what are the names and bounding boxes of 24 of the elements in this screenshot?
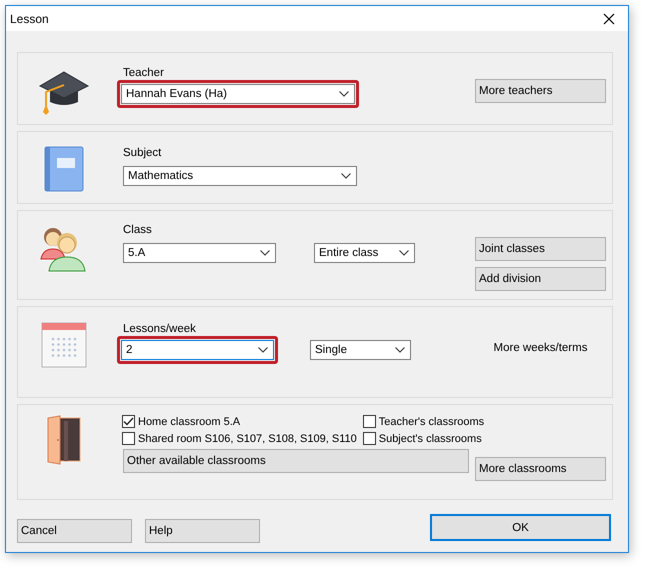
side-button[interactable]: Add division bbox=[475, 267, 606, 291]
side-button[interactable]: Joint classes bbox=[475, 237, 606, 261]
field-label: Class bbox=[123, 223, 153, 237]
dropdown-field[interactable]: Hannah Evans (Ha) bbox=[121, 84, 355, 104]
side-button[interactable]: More teachers bbox=[475, 79, 606, 103]
dialog-button[interactable]: Help bbox=[145, 519, 260, 543]
dropdown-field[interactable]: 5.A bbox=[123, 243, 276, 263]
checkbox-label: Home classroom 5.A bbox=[138, 416, 240, 428]
weeks-terms-label[interactable]: More weeks/terms bbox=[494, 342, 588, 354]
dropdown-field[interactable]: Single bbox=[310, 340, 411, 360]
dropdown-field[interactable]: Entire class bbox=[314, 243, 415, 263]
dialog-button[interactable]: OK bbox=[430, 514, 611, 541]
classrooms-button[interactable]: Other available classrooms bbox=[123, 449, 469, 473]
dropdown-field[interactable]: Mathematics bbox=[123, 166, 357, 186]
field-label: Lessons/week bbox=[123, 322, 197, 336]
checkbox-label: Shared room S106, S107, S108, S109, S110 bbox=[138, 432, 357, 444]
dropdown-field[interactable]: 2 bbox=[121, 340, 274, 360]
checkbox-label: Subject's classrooms bbox=[378, 432, 482, 444]
checkbox-label: Teacher's classrooms bbox=[378, 416, 484, 428]
window-title: Lesson bbox=[10, 12, 49, 26]
field-label: Subject bbox=[123, 146, 162, 160]
dialog-button[interactable]: Cancel bbox=[17, 519, 132, 543]
side-button[interactable]: More classrooms bbox=[475, 457, 606, 481]
field-label: Teacher bbox=[123, 66, 165, 80]
